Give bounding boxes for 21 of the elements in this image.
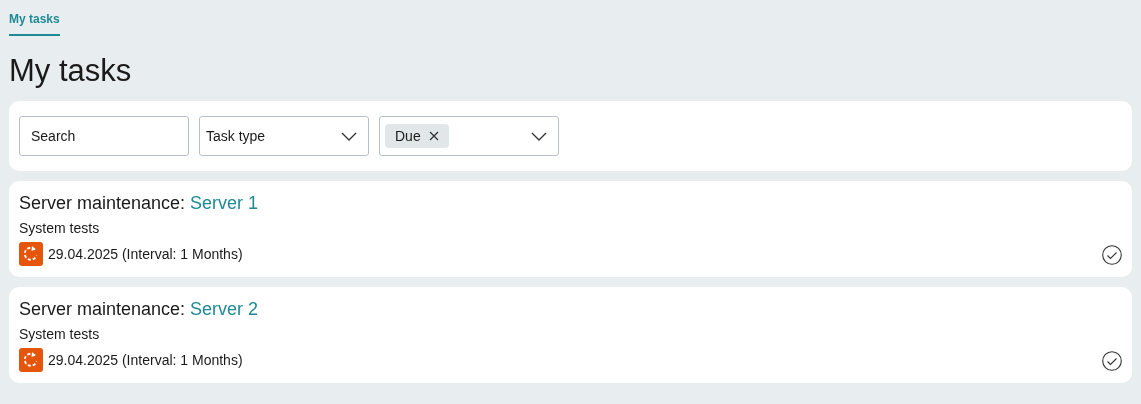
status-dropdown[interactable]: Due bbox=[379, 116, 559, 156]
chevron-down-icon bbox=[341, 131, 357, 141]
task-subtitle: System tests bbox=[19, 219, 101, 238]
close-icon[interactable] bbox=[428, 131, 439, 141]
recurring-icon bbox=[19, 242, 43, 266]
task-title: Server maintenance: bbox=[19, 192, 186, 214]
due-date: 29.04.2025 (Interval: 1 Months) bbox=[48, 244, 243, 264]
complete-check-icon[interactable] bbox=[1102, 351, 1122, 371]
recurring-icon bbox=[19, 348, 43, 372]
page-title: My tasks bbox=[9, 53, 133, 89]
task-subtitle: System tests bbox=[19, 325, 101, 344]
chevron-down-icon bbox=[531, 131, 547, 141]
task-title: Server maintenance: bbox=[19, 298, 186, 320]
breadcrumb-tab[interactable]: My tasks bbox=[9, 10, 60, 36]
server-link[interactable]: Server 2 bbox=[190, 298, 259, 320]
task-type-dropdown[interactable]: Task type bbox=[199, 116, 369, 156]
complete-check-icon[interactable] bbox=[1102, 245, 1122, 265]
chip-label: Due bbox=[395, 126, 421, 146]
server-link[interactable]: Server 1 bbox=[190, 192, 259, 214]
due-date: 29.04.2025 (Interval: 1 Months) bbox=[48, 350, 243, 370]
search-field[interactable]: Search bbox=[19, 116, 189, 156]
